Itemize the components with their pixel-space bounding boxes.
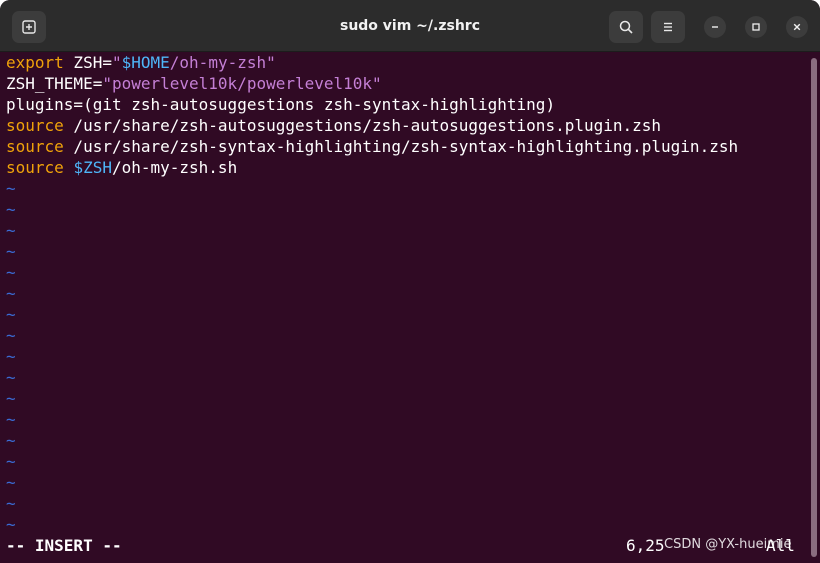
empty-line-tilde: ~ bbox=[6, 515, 16, 534]
empty-line-tilde: ~ bbox=[6, 179, 16, 198]
window-title: sudo vim ~/.zshrc bbox=[339, 18, 480, 34]
code-token: ZSH_THEME= bbox=[6, 74, 103, 93]
code-token: "powerlevel10k/powerlevel10k" bbox=[102, 74, 382, 93]
maximize-icon bbox=[752, 23, 760, 31]
new-tab-icon bbox=[22, 20, 36, 34]
empty-line-tilde: ~ bbox=[6, 305, 16, 324]
minimize-button[interactable] bbox=[704, 16, 726, 38]
code-line: plugins=(git zsh-autosuggestions zsh-syn… bbox=[6, 94, 555, 115]
code-token: ZSH= bbox=[63, 53, 112, 72]
empty-line-tilde: ~ bbox=[6, 473, 16, 492]
watermark: CSDN @YX-hueimie bbox=[664, 537, 792, 552]
scrollbar[interactable] bbox=[808, 52, 820, 563]
empty-line-tilde: ~ bbox=[6, 326, 16, 345]
code-line: source $ZSH/oh-my-zsh.sh bbox=[6, 157, 237, 178]
empty-line-tilde: ~ bbox=[6, 200, 16, 219]
code-token: " bbox=[111, 53, 122, 72]
search-icon bbox=[619, 20, 633, 34]
code-token: plugins=(git zsh-autosuggestions zsh-syn… bbox=[6, 95, 556, 114]
empty-line-tilde: ~ bbox=[6, 431, 16, 450]
vim-editor-buffer[interactable]: export ZSH="$HOME/oh-my-zsh" ZSH_THEME="p… bbox=[0, 52, 808, 563]
title-bar: sudo vim ~/.zshrc bbox=[0, 0, 820, 52]
empty-line-tilde: ~ bbox=[6, 410, 16, 429]
empty-line-tilde: ~ bbox=[6, 242, 16, 261]
code-token: /oh-my-zsh" bbox=[169, 53, 276, 72]
vim-mode-indicator: -- INSERT -- bbox=[6, 536, 122, 555]
empty-line-tilde: ~ bbox=[6, 347, 16, 366]
code-token: source bbox=[6, 137, 64, 156]
search-button[interactable] bbox=[609, 11, 643, 43]
code-token: $ZSH bbox=[73, 158, 112, 177]
maximize-button[interactable] bbox=[745, 16, 767, 38]
hamburger-menu-icon bbox=[664, 22, 672, 32]
code-token: /oh-my-zsh.sh bbox=[111, 158, 238, 177]
minimize-icon bbox=[712, 26, 718, 28]
empty-line-tilde: ~ bbox=[6, 284, 16, 303]
code-token: /usr/share/zsh-syntax-highlighting/zsh-s… bbox=[63, 137, 739, 156]
cursor-position: 6,25 bbox=[626, 536, 665, 555]
code-line: export ZSH="$HOME/oh-my-zsh" bbox=[6, 52, 276, 73]
empty-line-tilde: ~ bbox=[6, 494, 16, 513]
code-line: ZSH_THEME="powerlevel10k/powerlevel10k" bbox=[6, 73, 382, 94]
close-button[interactable] bbox=[786, 16, 808, 38]
code-line: source /usr/share/zsh-autosuggestions/zs… bbox=[6, 115, 661, 136]
new-tab-button[interactable] bbox=[12, 11, 46, 43]
code-token: source bbox=[6, 116, 64, 135]
scrollbar-thumb[interactable] bbox=[811, 58, 817, 557]
empty-line-tilde: ~ bbox=[6, 452, 16, 471]
menu-button[interactable] bbox=[651, 11, 685, 43]
empty-line-tilde: ~ bbox=[6, 389, 16, 408]
empty-line-tilde: ~ bbox=[6, 263, 16, 282]
code-token: export bbox=[6, 53, 64, 72]
close-icon bbox=[793, 23, 801, 31]
code-token: /usr/share/zsh-autosuggestions/zsh-autos… bbox=[63, 116, 662, 135]
empty-line-tilde: ~ bbox=[6, 221, 16, 240]
code-token: $HOME bbox=[121, 53, 170, 72]
empty-line-tilde: ~ bbox=[6, 368, 16, 387]
terminal-window: sudo vim ~/.zshrc export ZSH="$HOME/oh-m… bbox=[0, 0, 820, 563]
code-token: source bbox=[6, 158, 64, 177]
code-line: source /usr/share/zsh-syntax-highlightin… bbox=[6, 136, 738, 157]
